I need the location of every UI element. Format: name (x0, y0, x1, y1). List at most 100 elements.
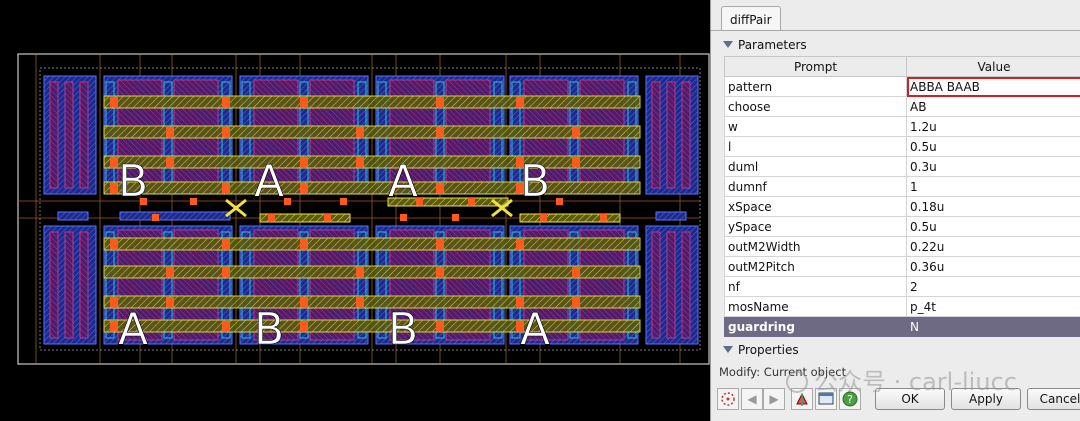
param-prompt: ySpace (724, 216, 907, 237)
poly-finger (666, 231, 676, 339)
watermark-text: 公众号 · carl-liucc (814, 368, 1017, 396)
param-value[interactable]: 1.2u (906, 116, 1080, 137)
via (436, 127, 444, 137)
param-prompt: pattern (724, 76, 907, 97)
via (222, 97, 230, 107)
param-value[interactable]: 0.18u (906, 196, 1080, 217)
properties-section-header[interactable]: Properties (723, 343, 799, 357)
via (452, 214, 459, 221)
via (356, 267, 364, 277)
via (166, 157, 174, 167)
param-value[interactable]: 1 (906, 176, 1080, 197)
param-row-choose[interactable]: choose AB (724, 96, 1080, 117)
via (436, 321, 444, 331)
parameters-section-label: Parameters (738, 38, 807, 52)
param-row-l[interactable]: l 0.5u (724, 136, 1080, 157)
param-row-pattern[interactable]: pattern ABBA BAAB (724, 76, 1080, 97)
collapse-triangle-icon[interactable] (723, 41, 733, 48)
via (572, 157, 580, 167)
param-value[interactable]: 0.5u (906, 216, 1080, 237)
param-value[interactable]: 0.5u (906, 136, 1080, 157)
via (556, 198, 563, 205)
device-label: A (388, 156, 418, 207)
param-prompt: outM2Width (724, 236, 907, 257)
param-row-outm2pitch[interactable]: outM2Pitch 0.36u (724, 256, 1080, 277)
collapse-triangle-icon[interactable] (723, 346, 733, 353)
layout-canvas[interactable]: B A A B A B B A (0, 0, 710, 421)
param-prompt: mosName (724, 296, 907, 317)
param-value[interactable]: 0.22u (906, 236, 1080, 257)
param-row-outm2width[interactable]: outM2Width 0.22u (724, 236, 1080, 257)
prev-arrow-icon[interactable]: ◀ (741, 388, 763, 410)
mid-strap (57, 211, 89, 221)
param-value[interactable]: N (906, 316, 1080, 337)
param-value[interactable]: 0.3u (906, 156, 1080, 177)
via (468, 198, 475, 205)
via (572, 127, 580, 137)
poly-finger (681, 81, 691, 189)
select-tool-glyph-icon (721, 392, 735, 406)
tab-diffpair[interactable]: diffPair (721, 6, 781, 31)
poly-finger (651, 231, 661, 339)
cancel-button[interactable]: Cancel (1027, 388, 1080, 410)
param-value-input[interactable]: ABBA BAAB (906, 76, 1080, 97)
poly-finger (49, 231, 59, 339)
param-prompt: duml (724, 156, 907, 177)
select-tool-icon[interactable] (717, 388, 739, 410)
param-value[interactable]: 2 (906, 276, 1080, 297)
device-label: A (118, 304, 148, 355)
via (340, 198, 347, 205)
via (300, 183, 308, 193)
param-prompt: guardring (724, 316, 907, 337)
param-prompt: xSpace (724, 196, 907, 217)
metal-track (103, 125, 641, 139)
via (516, 97, 524, 107)
poly-finger (49, 81, 59, 189)
param-value[interactable]: p_4t (906, 296, 1080, 317)
via (222, 321, 230, 331)
via (300, 297, 308, 307)
via (300, 157, 308, 167)
via (110, 297, 118, 307)
via (222, 183, 230, 193)
param-prompt: w (724, 116, 907, 137)
next-arrow-icon[interactable]: ▶ (763, 388, 785, 410)
via (356, 297, 364, 307)
device-label: A (520, 304, 550, 355)
param-row-mosname[interactable]: mosName p_4t (724, 296, 1080, 317)
param-prompt: choose (724, 96, 907, 117)
column-header-prompt: Prompt (724, 56, 907, 77)
poly-finger (651, 81, 661, 189)
param-row-guardring[interactable]: guardring N (724, 316, 1080, 337)
mid-strap (655, 211, 687, 221)
via (110, 157, 118, 167)
metal-track (103, 237, 641, 251)
param-row-xspace[interactable]: xSpace 0.18u (724, 196, 1080, 217)
poly-finger (79, 231, 89, 339)
via (268, 214, 275, 221)
parameters-table: Prompt Value pattern ABBA BAAB choose AB w 1.… (724, 56, 1080, 337)
via (222, 239, 230, 249)
via (516, 239, 524, 249)
device-label: B (520, 156, 550, 207)
poly-finger (666, 81, 676, 189)
wechat-logo-icon (786, 371, 808, 393)
via (436, 183, 444, 193)
param-value[interactable]: 0.36u (906, 256, 1080, 277)
parameters-section-header[interactable]: Parameters (723, 37, 807, 53)
param-row-nf[interactable]: nf 2 (724, 276, 1080, 297)
param-row-yspace[interactable]: ySpace 0.5u (724, 216, 1080, 237)
poly-finger (64, 231, 74, 339)
param-row-duml[interactable]: duml 0.3u (724, 156, 1080, 177)
layout-drawing[interactable]: B A A B A B B A (0, 0, 710, 421)
via (222, 127, 230, 137)
via (400, 214, 407, 221)
param-row-w[interactable]: w 1.2u (724, 116, 1080, 137)
via (324, 214, 331, 221)
param-row-dumnf[interactable]: dumnf 1 (724, 176, 1080, 197)
via (356, 157, 364, 167)
via (110, 239, 118, 249)
mid-strap (119, 211, 231, 221)
param-value[interactable]: AB (906, 96, 1080, 117)
via (300, 97, 308, 107)
